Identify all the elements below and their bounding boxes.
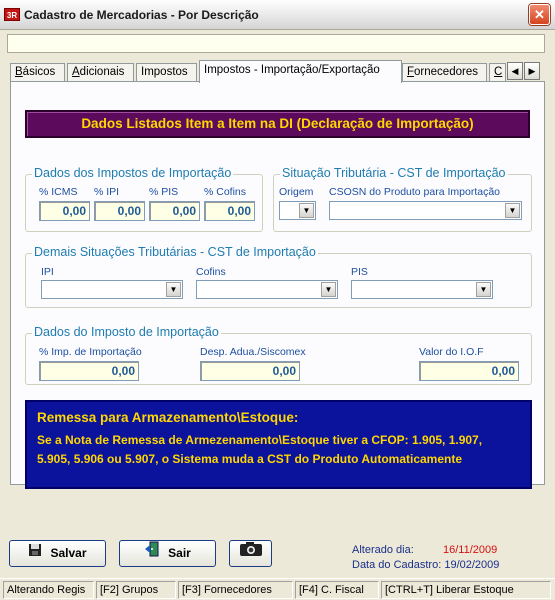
pis-pct-label: % PIS <box>149 186 179 198</box>
ipi-select[interactable]: ▼ <box>41 280 183 299</box>
tab-fornecedores[interactable]: Fornecedores <box>402 63 487 82</box>
chevron-down-icon: ▼ <box>321 282 336 297</box>
close-button[interactable]: ✕ <box>529 4 550 25</box>
tab-label: Impostos - Importação/Exportação <box>204 64 380 76</box>
window-title: Cadastro de Mercadorias - Por Descrição <box>24 8 259 22</box>
group-title: Dados dos Impostos de Importação <box>32 166 234 180</box>
tab-impostos[interactable]: Impostos <box>136 63 197 82</box>
remessa-info-box: Remessa para Armazenamento\Estoque: Se a… <box>25 400 532 489</box>
tab-adicionais[interactable]: Adicionais <box>67 63 134 82</box>
group-dados-impostos: Dados dos Impostos de Importação % ICMS … <box>25 166 263 232</box>
status-grupos: [F2] Grupos <box>96 581 176 599</box>
status-mode: Alterando Regis <box>3 581 94 599</box>
origem-label: Origem <box>279 186 314 198</box>
camera-icon <box>239 541 263 566</box>
group-situacao-tributaria: Situação Tributária - CST de Importação … <box>273 166 532 232</box>
tab-c[interactable]: C <box>489 63 506 82</box>
remessa-text: Se a Nota de Remessa de Armezenamento\Es… <box>37 431 520 469</box>
arrow-left-icon: ◀ <box>511 66 519 76</box>
cofins-label: Cofins <box>196 266 226 278</box>
exit-button[interactable]: Sair <box>119 540 216 567</box>
cofins-pct-input[interactable]: 0,00 <box>204 201 255 221</box>
status-fornecedores: [F3] Fornecedores <box>178 581 293 599</box>
tab-mnemonic: B <box>15 66 23 78</box>
tab-basicos[interactable]: Básicos <box>10 63 65 82</box>
tab-scroll-left-button[interactable]: ◀ <box>507 62 523 80</box>
pis-label: PIS <box>351 266 368 278</box>
group-title: Dados do Imposto de Importação <box>32 325 221 339</box>
pis-select[interactable]: ▼ <box>351 280 493 299</box>
cofins-select[interactable]: ▼ <box>196 280 338 299</box>
remessa-line: Se a Nota de Remessa de Armezenamento\Es… <box>37 433 483 447</box>
ipi-pct-input[interactable]: 0,00 <box>94 201 145 221</box>
icms-input[interactable]: 0,00 <box>39 201 90 221</box>
status-bar: Alterando Regis [F2] Grupos [F3] Fornece… <box>0 578 555 600</box>
arrow-right-icon: ▶ <box>528 66 536 76</box>
status-fiscal: [F4] C. Fiscal <box>295 581 379 599</box>
origem-select[interactable]: ▼ <box>279 201 316 220</box>
csosn-select[interactable]: ▼ <box>329 201 522 220</box>
group-title: Demais Situações Tributárias - CST de Im… <box>32 245 318 259</box>
desp-aduaneira-label: Desp. Adua./Siscomex <box>200 346 306 358</box>
di-banner-text: Dados Listados Item a Item na DI (Declar… <box>81 116 474 131</box>
csosn-label: CSOSN do Produto para Importação <box>329 186 501 198</box>
ipi-label: IPI <box>41 266 54 278</box>
cadastro-date: Data do Cadastro: 19/02/2009 <box>352 559 500 571</box>
status-liberar-estoque: [CTRL+T] Liberar Estoque <box>381 581 551 599</box>
icms-label: % ICMS <box>39 186 78 198</box>
tab-bar: Básicos Adicionais Impostos Impostos - I… <box>10 60 545 83</box>
chevron-down-icon: ▼ <box>299 203 314 218</box>
tab-label: Impostos <box>141 66 188 78</box>
floppy-disk-icon <box>28 541 42 566</box>
iof-input[interactable]: 0,00 <box>419 361 519 381</box>
chevron-down-icon: ▼ <box>476 282 491 297</box>
tab-impostos-importacao[interactable]: Impostos - Importação/Exportação <box>199 60 402 83</box>
pis-pct-input[interactable]: 0,00 <box>149 201 200 221</box>
chevron-down-icon: ▼ <box>505 203 520 218</box>
group-demais-situacoes: Demais Situações Tributárias - CST de Im… <box>25 245 532 308</box>
group-imposto-importacao: Dados do Imposto de Importação % Imp. de… <box>25 325 532 385</box>
alterado-date: 16/11/2009 <box>443 544 498 556</box>
remessa-title: Remessa para Armazenamento\Estoque: <box>37 410 299 425</box>
ipi-pct-label: % IPI <box>94 186 120 198</box>
exit-label: Sair <box>168 546 191 560</box>
description-field[interactable] <box>7 34 545 53</box>
save-button[interactable]: Salvar <box>9 540 106 567</box>
chevron-down-icon: ▼ <box>166 282 181 297</box>
tab-mnemonic: A <box>72 66 80 78</box>
tab-scroll-right-button[interactable]: ▶ <box>524 62 540 80</box>
save-label: Salvar <box>50 546 87 560</box>
exit-door-icon <box>144 541 160 566</box>
imp-importacao-input[interactable]: 0,00 <box>39 361 139 381</box>
tab-label: ásicos <box>22 66 56 78</box>
camera-button[interactable] <box>229 540 272 567</box>
app-icon: 3R <box>4 8 20 21</box>
title-bar: 3R Cadastro de Mercadorias - Por Descriç… <box>0 0 555 30</box>
group-title: Situação Tributária - CST de Importação <box>280 166 508 180</box>
imp-importacao-label: % Imp. de Importação <box>39 346 142 358</box>
remessa-line: 5.905, 5.906 ou 5.907, o Sistema muda a … <box>37 452 463 466</box>
tab-label: ornecedores <box>414 66 478 78</box>
alterado-label: Alterado dia: <box>352 544 414 556</box>
tab-panel: Dados Listados Item a Item na DI (Declar… <box>10 81 545 489</box>
tab-mnemonic: F <box>407 66 415 78</box>
iof-label: Valor do I.O.F <box>419 346 484 358</box>
desp-aduaneira-input[interactable]: 0,00 <box>200 361 300 381</box>
di-banner: Dados Listados Item a Item na DI (Declar… <box>25 110 530 138</box>
cofins-pct-label: % Cofins <box>204 186 247 198</box>
tab-label: dicionais <box>79 66 125 78</box>
tab-mnemonic: C <box>494 66 503 78</box>
